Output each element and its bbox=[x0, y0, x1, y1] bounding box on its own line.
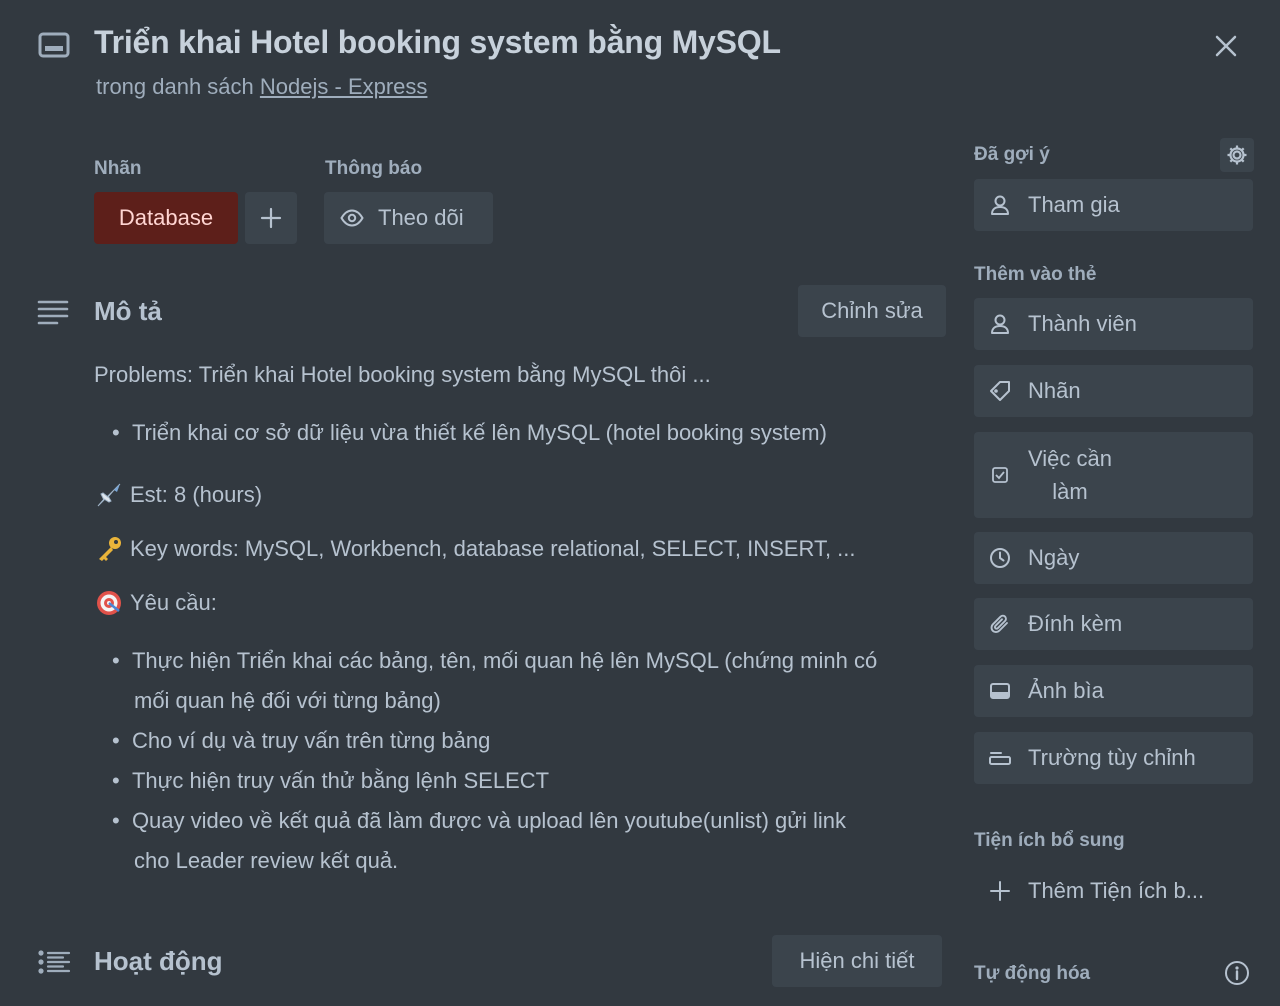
watch-button[interactable]: Theo dõi bbox=[324, 192, 493, 244]
close-icon bbox=[1215, 35, 1237, 57]
list-item-continuation: mối quan hệ đối với từng bảng) bbox=[134, 688, 441, 713]
checklist-label: Việc cần làm bbox=[1028, 442, 1112, 508]
description-problems: Problems: Triển khai Hotel booking syste… bbox=[94, 362, 711, 387]
show-details-button[interactable]: Hiện chi tiết bbox=[772, 935, 942, 987]
gear-icon bbox=[1227, 145, 1247, 165]
list-item-text: Quay video về kết quả đã làm được và upl… bbox=[131, 808, 846, 833]
card-title[interactable]: Triển khai Hotel booking system bằng MyS… bbox=[94, 24, 781, 61]
cover-label: Ảnh bìa bbox=[1028, 678, 1104, 703]
subtitle-prefix: trong danh sách bbox=[96, 74, 254, 99]
description-heading: Mô tả bbox=[94, 296, 162, 326]
list-item-continuation: cho Leader review kết quả. bbox=[134, 848, 399, 873]
powerups-heading: Tiện ích bổ sung bbox=[974, 830, 1125, 851]
person-icon bbox=[988, 193, 1012, 217]
attachment-button[interactable]: Đính kèm bbox=[974, 598, 1253, 650]
list-item: • Quay video về kết quả đã làm được và u… bbox=[112, 808, 846, 833]
plus-icon bbox=[988, 879, 1012, 903]
eye-icon bbox=[340, 209, 364, 227]
list-item: • Thực hiện Triển khai các bảng, tên, mố… bbox=[112, 648, 878, 673]
labels-button[interactable]: Nhãn bbox=[974, 365, 1253, 417]
labels-label: Nhãn bbox=[1028, 378, 1081, 403]
custom-fields-icon bbox=[988, 746, 1012, 770]
tag-icon bbox=[988, 379, 1012, 403]
checklist-button[interactable]: Việc cần làm bbox=[974, 432, 1253, 518]
info-icon[interactable] bbox=[1222, 958, 1252, 988]
estimate-line: Est: 8 (hours) bbox=[94, 480, 262, 510]
checklist-label-line: Việc cần bbox=[1028, 446, 1112, 471]
target-icon bbox=[94, 588, 124, 618]
estimate-text: Est: 8 (hours) bbox=[130, 482, 263, 507]
join-label: Tham gia bbox=[1028, 192, 1120, 217]
add-to-card-heading: Thêm vào thẻ bbox=[974, 264, 1097, 285]
paperclip-icon bbox=[988, 612, 1012, 636]
suggested-heading: Đã gợi ý bbox=[974, 144, 1050, 165]
custom-fields-label: Trường tùy chỉnh bbox=[1028, 745, 1196, 770]
cover-icon bbox=[988, 679, 1012, 703]
list-item-text: Cho ví dụ và truy vấn trên từng bảng bbox=[131, 728, 491, 753]
checklist-label-line: làm bbox=[1052, 479, 1088, 504]
add-powerups-button[interactable]: Thêm Tiện ích b... bbox=[974, 868, 1253, 914]
list-item: • Cho ví dụ và truy vấn trên từng bảng bbox=[112, 728, 491, 753]
notifications-heading: Thông báo bbox=[325, 158, 423, 179]
requirements-line: Yêu cầu: bbox=[94, 588, 217, 618]
members-label: Thành viên bbox=[1028, 311, 1137, 336]
person-icon bbox=[988, 312, 1012, 336]
list-item: • Thực hiện truy vấn thử bằng lệnh SELEC… bbox=[112, 768, 550, 793]
suggestions-settings-button[interactable] bbox=[1220, 138, 1254, 172]
automation-heading: Tự động hóa bbox=[974, 963, 1091, 984]
add-powerups-label: Thêm Tiện ích b... bbox=[1028, 878, 1205, 903]
key-icon bbox=[94, 534, 124, 564]
list-link[interactable]: Nodejs - Express bbox=[260, 74, 428, 99]
card-icon bbox=[36, 30, 72, 60]
airplane-icon bbox=[94, 480, 124, 510]
keywords-text: Key words: MySQL, Workbench, database re… bbox=[130, 536, 856, 561]
label-chip-database[interactable]: Database bbox=[94, 192, 238, 244]
dates-button[interactable]: Ngày bbox=[974, 532, 1253, 584]
dates-label: Ngày bbox=[1028, 545, 1080, 570]
description-icon bbox=[36, 296, 70, 328]
custom-fields-button[interactable]: Trường tùy chỉnh bbox=[974, 732, 1253, 784]
attachment-label: Đính kèm bbox=[1028, 611, 1123, 636]
list-item-text: Thực hiện Triển khai các bảng, tên, mối … bbox=[131, 648, 878, 673]
watch-label: Theo dõi bbox=[378, 205, 464, 230]
requirements-heading: Yêu cầu: bbox=[130, 590, 217, 615]
activity-icon bbox=[36, 946, 72, 978]
cover-button[interactable]: Ảnh bìa bbox=[974, 665, 1253, 717]
labels-heading: Nhãn bbox=[94, 158, 142, 179]
list-item: • Triển khai cơ sở dữ liệu vừa thiết kế … bbox=[112, 420, 827, 445]
close-button[interactable] bbox=[1206, 26, 1246, 66]
checklist-icon bbox=[988, 463, 1012, 487]
add-label-button[interactable] bbox=[245, 192, 297, 244]
clock-icon bbox=[988, 546, 1012, 570]
join-button[interactable]: Tham gia bbox=[974, 179, 1253, 231]
list-item-text: Triển khai cơ sở dữ liệu vừa thiết kế lê… bbox=[131, 420, 827, 445]
keywords-line: Key words: MySQL, Workbench, database re… bbox=[94, 534, 856, 564]
plus-icon bbox=[260, 207, 282, 229]
card-subtitle: trong danh sách Nodejs - Express bbox=[96, 74, 427, 100]
edit-description-button[interactable]: Chỉnh sửa bbox=[798, 285, 946, 337]
members-button[interactable]: Thành viên bbox=[974, 298, 1253, 350]
activity-heading: Hoạt động bbox=[94, 946, 223, 976]
list-item-text: Thực hiện truy vấn thử bằng lệnh SELECT bbox=[131, 768, 550, 793]
